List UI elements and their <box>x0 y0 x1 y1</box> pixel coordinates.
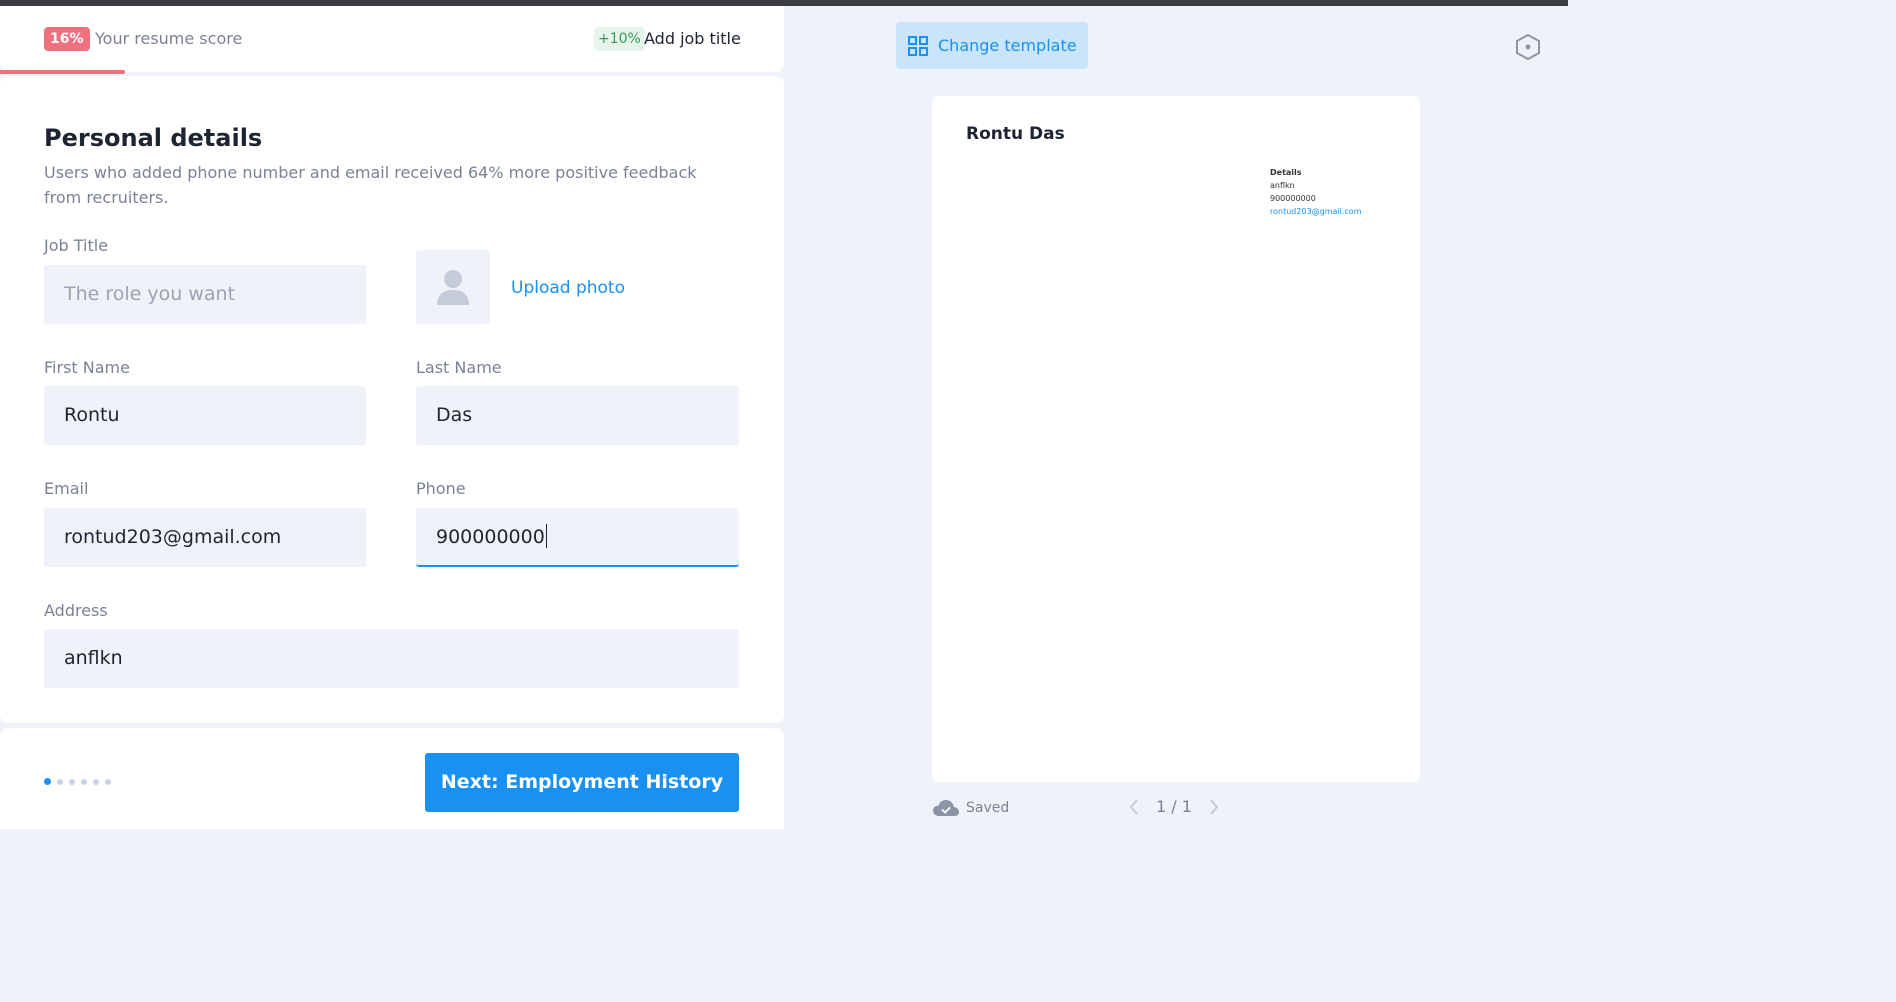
first-name-input[interactable]: Rontu <box>44 386 366 445</box>
chevron-right-icon[interactable] <box>1208 798 1220 816</box>
form-footer: Next: Employment History <box>0 728 784 829</box>
page-indicator: 1 / 1 <box>1156 797 1192 816</box>
section-title: Personal details <box>44 124 263 152</box>
address-input[interactable]: anflkn <box>44 629 739 688</box>
grid-icon <box>908 36 928 56</box>
step-dot[interactable] <box>81 778 87 785</box>
section-description: Users who added phone number and email r… <box>44 163 697 207</box>
change-template-label: Change template <box>938 36 1077 55</box>
saved-label: Saved <box>966 800 1010 816</box>
photo-upload-box[interactable] <box>416 250 490 324</box>
next-step-button[interactable]: Next: Employment History <box>425 753 739 812</box>
score-progress-fill <box>0 70 125 74</box>
phone-input[interactable]: 900000000 <box>416 508 739 567</box>
editor-panel: 16% Your resume score +10% Add job title… <box>0 6 784 829</box>
resume-details-block: Details anflkn 900000000 rontud203@gmail… <box>1270 166 1361 218</box>
change-template-button[interactable]: Change template <box>896 22 1088 69</box>
step-dot[interactable] <box>44 778 51 785</box>
score-label: Your resume score <box>95 29 243 48</box>
preview-panel: Change template Rontu Das Details anflkn… <box>784 6 1568 829</box>
last-name-input[interactable]: Das <box>416 386 739 445</box>
email-label: Email <box>44 479 89 498</box>
chevron-left-icon[interactable] <box>1128 798 1140 816</box>
job-title-input[interactable]: The role you want <box>44 265 366 324</box>
person-icon <box>437 270 469 305</box>
phone-label: Phone <box>416 479 466 498</box>
resume-name: Rontu Das <box>966 124 1065 144</box>
bonus-badge: +10% <box>594 27 645 51</box>
resume-details-phone: 900000000 <box>1270 194 1316 203</box>
email-input[interactable]: rontud203@gmail.com <box>44 508 366 567</box>
step-dot[interactable] <box>93 778 99 785</box>
resume-details-address: anflkn <box>1270 181 1295 190</box>
hexagon-settings-icon[interactable] <box>1515 33 1541 61</box>
save-status: Saved <box>932 799 1009 817</box>
score-progress-track <box>0 70 784 74</box>
job-title-label: Job Title <box>44 236 109 255</box>
add-job-title-link[interactable]: Add job title <box>644 29 741 48</box>
resume-details-email: rontud203@gmail.com <box>1270 207 1362 216</box>
address-label: Address <box>44 601 108 620</box>
step-dot[interactable] <box>105 778 111 785</box>
score-badge: 16% <box>44 27 90 51</box>
resume-score-bar: 16% Your resume score +10% Add job title <box>0 6 784 74</box>
upload-photo-link[interactable]: Upload photo <box>511 278 625 298</box>
text-caret <box>545 523 547 548</box>
page-pager: 1 / 1 <box>1128 797 1220 816</box>
step-dot[interactable] <box>69 778 75 785</box>
step-indicator <box>44 778 111 785</box>
phone-value: 900000000 <box>436 526 545 548</box>
personal-details-card: Personal details Users who added phone n… <box>0 76 784 723</box>
resume-preview-page[interactable]: Rontu Das Details anflkn 900000000 rontu… <box>932 96 1420 782</box>
first-name-label: First Name <box>44 358 130 377</box>
last-name-label: Last Name <box>416 358 502 377</box>
resume-details-heading: Details <box>1270 168 1302 177</box>
step-dot[interactable] <box>57 778 63 785</box>
cloud-check-icon <box>933 800 959 816</box>
